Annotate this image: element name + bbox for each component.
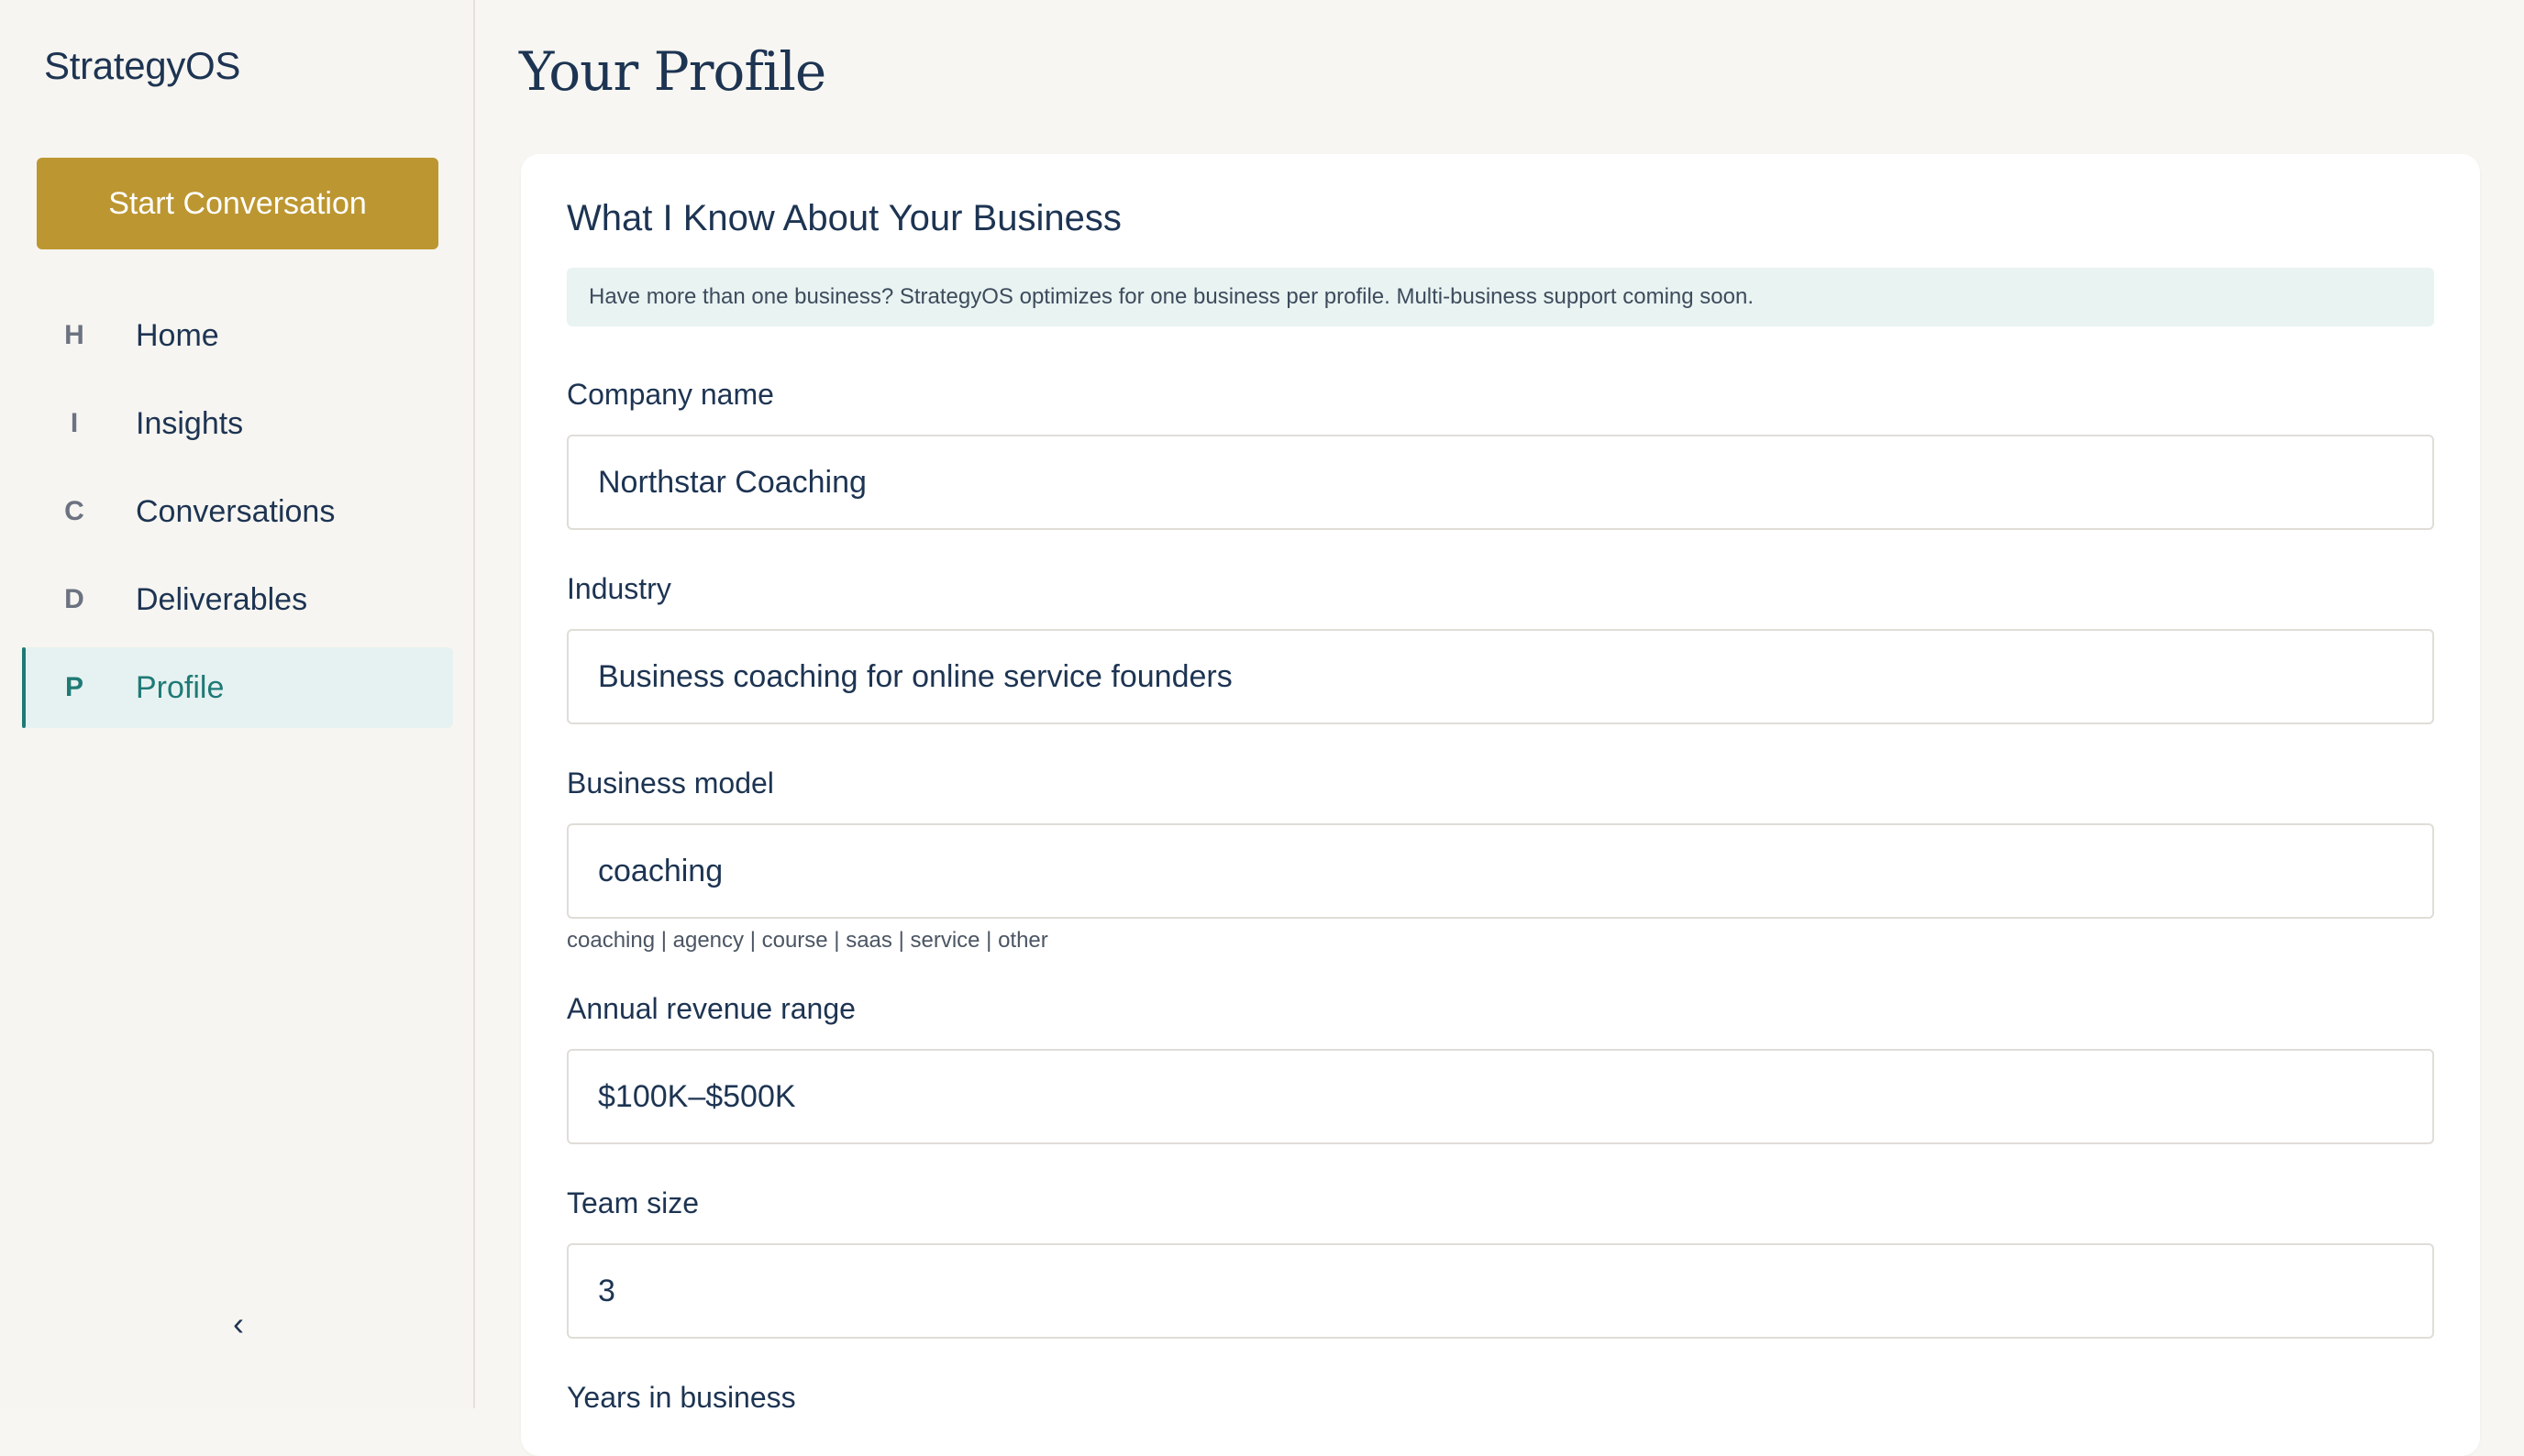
business-model-label: Business model	[567, 767, 774, 800]
sidebar-item-insights[interactable]: I Insights	[22, 383, 453, 464]
profile-icon: P	[64, 672, 83, 702]
business-model-hint: coaching | agency | course | saas | serv…	[567, 928, 1048, 953]
company-name-input[interactable]	[567, 435, 2434, 530]
sidebar-item-profile[interactable]: P Profile	[22, 647, 453, 728]
app-brand: StrategyOS	[44, 44, 241, 87]
business-profile-card: What I Know About Your Business Have mor…	[521, 154, 2480, 1456]
sidebar-item-label: Profile	[136, 669, 225, 705]
insights-icon: I	[70, 408, 79, 438]
industry-label: Industry	[567, 572, 671, 605]
sidebar: StrategyOS Start Conversation H Home I I…	[0, 0, 475, 1408]
sidebar-item-label: Conversations	[136, 493, 336, 529]
start-conversation-button[interactable]: Start Conversation	[37, 158, 438, 249]
business-model-input[interactable]	[567, 823, 2434, 919]
sidebar-item-label: Insights	[136, 405, 244, 441]
sidebar-item-label: Deliverables	[136, 581, 308, 617]
industry-input[interactable]	[567, 629, 2434, 724]
sidebar-nav: H Home I Insights C Conversations D Deli…	[22, 295, 453, 735]
page-title: Your Profile	[519, 40, 826, 103]
conversations-icon: C	[64, 496, 84, 526]
team-size-label: Team size	[567, 1186, 700, 1219]
home-icon: H	[64, 320, 84, 350]
revenue-range-input[interactable]	[567, 1049, 2434, 1144]
sidebar-item-deliverables[interactable]: D Deliverables	[22, 559, 453, 640]
team-size-input[interactable]	[567, 1243, 2434, 1339]
sidebar-item-conversations[interactable]: C Conversations	[22, 471, 453, 552]
sidebar-item-home[interactable]: H Home	[22, 295, 453, 376]
deliverables-icon: D	[64, 584, 84, 614]
revenue-range-label: Annual revenue range	[567, 992, 856, 1025]
sidebar-item-label: Home	[136, 317, 219, 353]
collapse-sidebar-icon[interactable]: ‹	[220, 1305, 257, 1342]
card-heading: What I Know About Your Business	[567, 198, 1122, 238]
multi-business-notice: Have more than one business? StrategyOS …	[567, 268, 2434, 326]
years-in-business-label: Years in business	[567, 1381, 796, 1414]
company-name-label: Company name	[567, 378, 774, 411]
